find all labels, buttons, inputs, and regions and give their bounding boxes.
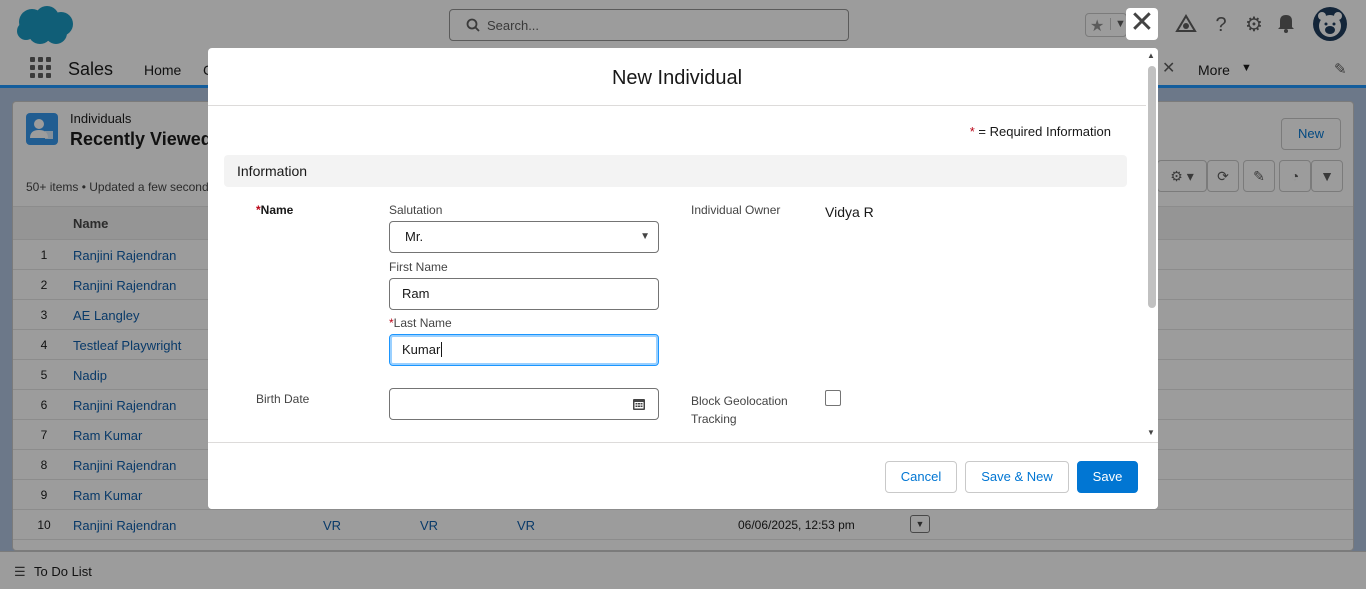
modal-scrollbar[interactable]: ▲ ▼ (1146, 48, 1158, 442)
scrollbar-thumb[interactable] (1148, 66, 1156, 308)
salutation-value: Mr. (405, 229, 424, 244)
modal-header: New Individual (208, 48, 1146, 106)
required-information-note: * = Required Information (970, 124, 1111, 139)
block-geolocation-label: Block Geolocation Tracking (691, 392, 788, 428)
scroll-up-arrow-icon[interactable]: ▲ (1147, 51, 1155, 60)
last-name-label: *Last Name (389, 316, 452, 330)
information-section-header[interactable]: Information (224, 155, 1127, 187)
individual-owner-label: Individual Owner (691, 203, 781, 217)
last-name-value: Kumar (402, 342, 441, 357)
name-label-text: Name (260, 203, 294, 217)
text-cursor (441, 342, 443, 357)
chevron-down-icon: ▼ (640, 231, 650, 242)
section-title: Information (237, 163, 308, 179)
block-geolocation-label-line2: Tracking (691, 412, 737, 426)
name-label: *Name (256, 203, 293, 217)
calendar-icon[interactable] (632, 397, 646, 411)
first-name-value: Ram (402, 286, 430, 301)
modal-title: New Individual (611, 67, 743, 89)
first-name-field[interactable]: Ram (389, 278, 659, 310)
salutation-select[interactable]: Mr. ▼ (389, 221, 659, 253)
modal-body: * = Required Information Information *Na… (208, 106, 1146, 442)
birth-date-field[interactable] (389, 388, 659, 420)
new-individual-modal: New Individual * = Required Information … (208, 48, 1158, 509)
block-geolocation-checkbox[interactable] (825, 390, 841, 406)
individual-owner-value: Vidya R (825, 204, 874, 220)
scroll-down-arrow-icon[interactable]: ▼ (1147, 428, 1155, 437)
birth-date-label: Birth Date (256, 392, 310, 406)
close-icon[interactable]: ✕ (1126, 8, 1158, 40)
block-geolocation-label-line1: Block Geolocation (691, 394, 788, 408)
last-name-field[interactable]: Kumar (389, 334, 659, 366)
required-asterisk: * (969, 124, 975, 139)
salutation-label: Salutation (389, 203, 443, 217)
required-information-text: = Required Information (978, 124, 1111, 139)
save-button[interactable]: Save (1077, 461, 1138, 493)
modal-footer: Cancel Save & New Save (208, 442, 1158, 509)
last-name-label-text: Last Name (393, 316, 452, 330)
cancel-button[interactable]: Cancel (885, 461, 957, 493)
first-name-label: First Name (389, 260, 448, 274)
save-and-new-button[interactable]: Save & New (965, 461, 1069, 493)
